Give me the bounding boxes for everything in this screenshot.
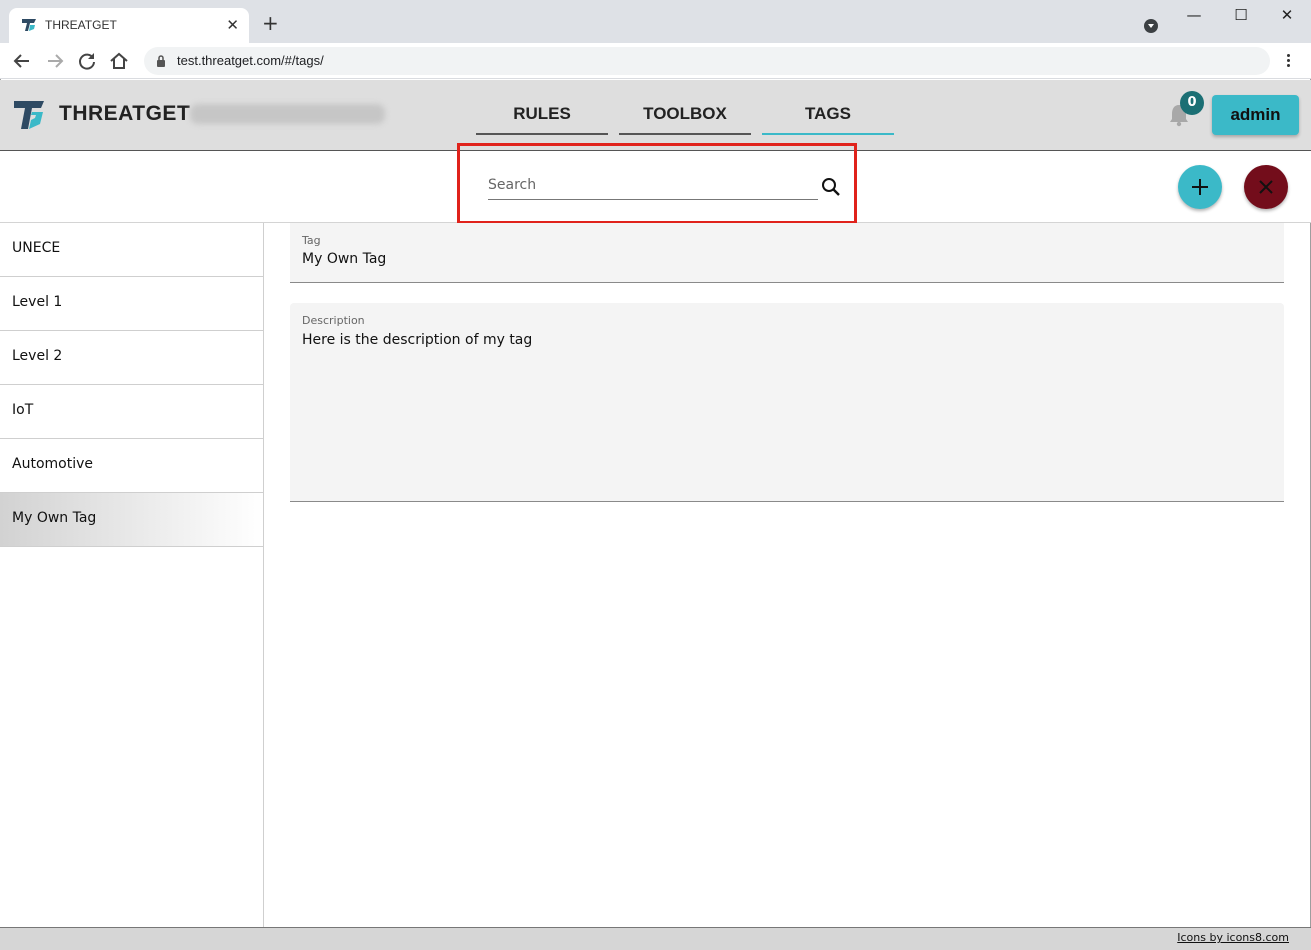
admin-button[interactable]: admin [1212,95,1299,135]
minimize-button[interactable]: — [1184,6,1204,24]
maximize-button[interactable]: ☐ [1231,6,1251,24]
back-arrow-icon[interactable] [11,50,33,72]
app-header: THREATGET RULES TOOLBOX TAGS [0,80,1311,151]
tag-description-value: Here is the description of my tag [302,332,533,348]
close-icon [1259,180,1273,194]
address-bar[interactable]: test.threatget.com/#/tags/ [144,47,1270,75]
threatget-favicon-icon [22,19,36,31]
tab-title: THREATGET [45,18,117,32]
search-input[interactable] [488,170,818,200]
add-tag-button[interactable] [1178,165,1222,209]
tag-name-value: My Own Tag [302,251,387,267]
footer: Icons by icons8.com [0,927,1311,950]
lock-icon [157,55,165,67]
tag-list-item-unece[interactable]: UNECE [0,223,263,277]
browser-tab[interactable]: THREATGET ✕ [9,8,249,43]
tag-name-field[interactable]: Tag My Own Tag [290,223,1284,283]
nav-tab-tags[interactable]: TAGS [762,104,894,135]
blurred-version [190,104,385,124]
url-text: test.threatget.com/#/tags/ [177,53,324,68]
nav-tab-label: RULES [513,104,571,123]
app-brand: THREATGET [59,102,191,125]
new-tab-button[interactable]: + [262,13,279,33]
tag-description-field[interactable]: Description Here is the description of m… [290,303,1284,502]
nav-tab-label: TOOLBOX [643,104,727,123]
threatget-logo-icon [14,101,44,129]
profile-menu-icon[interactable] [1144,19,1158,33]
window-close-button[interactable]: ✕ [1277,6,1297,24]
home-icon[interactable] [108,50,130,72]
icons8-credit-link[interactable]: Icons by icons8.com [1177,931,1289,944]
tag-description-label: Description [302,314,365,327]
nav-tab-label: TAGS [805,104,851,123]
tag-list-item-iot[interactable]: IoT [0,385,263,439]
browser-menu-icon[interactable] [1282,52,1294,70]
tag-list-item-my-own-tag[interactable]: My Own Tag [0,493,263,547]
tag-list-item-automotive[interactable]: Automotive [0,439,263,493]
plus-icon [1192,179,1208,195]
notification-badge: 0 [1180,91,1204,115]
tag-list-item-level-2[interactable]: Level 2 [0,331,263,385]
tag-list-item-level-1[interactable]: Level 1 [0,277,263,331]
reload-icon[interactable] [76,50,98,72]
forward-arrow-icon[interactable] [44,50,66,72]
browser-tabstrip: THREATGET ✕ + — ☐ ✕ [0,0,1311,43]
browser-toolbar: test.threatget.com/#/tags/ [0,43,1311,79]
tab-close-icon[interactable]: ✕ [226,16,239,34]
search-icon[interactable] [820,176,842,198]
tag-list: UNECE Level 1 Level 2 IoT Automotive My … [0,223,264,927]
close-tag-button[interactable] [1244,165,1288,209]
nav-tab-rules[interactable]: RULES [476,104,608,135]
tag-name-label: Tag [302,234,321,247]
nav-tab-toolbox[interactable]: TOOLBOX [619,104,751,135]
